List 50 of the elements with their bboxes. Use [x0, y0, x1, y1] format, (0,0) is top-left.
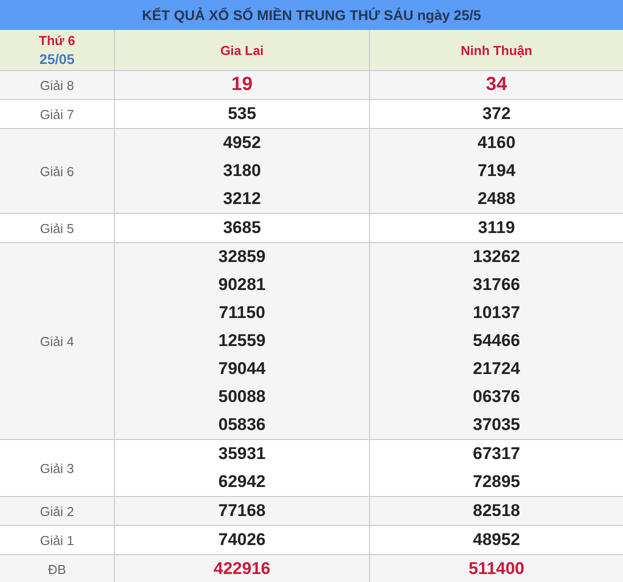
result-number: 37035	[472, 414, 520, 436]
result-number: 72895	[472, 471, 520, 493]
result-number: 50088	[218, 386, 266, 408]
prize-label: Giải 5	[40, 220, 74, 236]
prize-label: ĐB	[48, 562, 66, 576]
result-number: 90281	[218, 274, 266, 296]
result-number: 67317	[472, 443, 520, 465]
result-number: 10137	[472, 302, 520, 324]
result-number: 535	[228, 103, 256, 125]
result-number: 32859	[218, 246, 266, 268]
prize-label: Giải 6	[40, 164, 74, 178]
prize-label: Giải 2	[40, 504, 74, 518]
result-number: 3180	[223, 160, 261, 182]
result-number: 21724	[472, 358, 520, 380]
result-number: 511400	[468, 558, 524, 580]
result-number: 422916	[214, 558, 270, 580]
prize-label: Giải 7	[40, 106, 74, 122]
result-number: 05836	[218, 414, 266, 436]
result-number: 82518	[472, 500, 520, 522]
result-number: 62942	[218, 471, 266, 493]
result-number: 79044	[218, 358, 266, 380]
result-number: 06376	[472, 386, 520, 408]
prize-label: Giải 8	[40, 78, 74, 92]
result-number: 372	[482, 103, 511, 125]
prize-label: Giải 4	[40, 334, 74, 348]
result-number: 3685	[223, 217, 261, 239]
result-number: 4952	[223, 132, 261, 154]
result-number: 19	[231, 73, 253, 97]
province-header: Ninh Thuận	[460, 42, 532, 58]
result-number: 7194	[478, 160, 516, 182]
result-number: 31766	[472, 274, 520, 296]
result-number: 4160	[478, 132, 516, 154]
result-number: 74026	[218, 529, 266, 551]
province-header: Gia Lai	[220, 42, 264, 58]
result-number: 13262	[472, 246, 520, 268]
result-number: 77168	[218, 500, 266, 522]
result-number: 2488	[478, 188, 516, 210]
prize-label: Giải 3	[40, 460, 74, 476]
result-number: 34	[486, 73, 508, 97]
result-number: 71150	[218, 302, 266, 324]
result-number: 48952	[472, 529, 520, 551]
result-number: 12559	[218, 330, 266, 352]
result-number: 3119	[478, 217, 515, 239]
date-label: 25/05	[39, 50, 75, 69]
result-number: 3212	[223, 188, 261, 210]
results-title: KẾT QUẢ XỔ SỐ MIỀN TRUNG THỨ SÁU ngày 25/5	[0, 0, 623, 30]
prize-label: Giải 1	[40, 532, 74, 548]
weekday-label: Thứ 6	[38, 32, 76, 50]
result-number: 35931	[218, 443, 266, 465]
result-number: 54466	[472, 330, 520, 352]
